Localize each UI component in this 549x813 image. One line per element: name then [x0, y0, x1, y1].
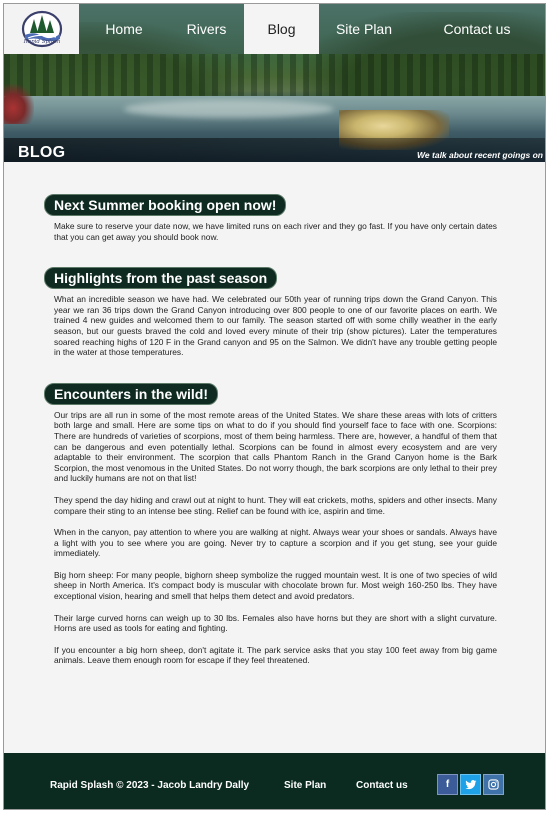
nav-contact-us[interactable]: Contact us — [409, 4, 545, 54]
logo-icon: Rapid Splash — [21, 10, 62, 48]
section-paragraph: When in the canyon, pay attention to whe… — [54, 527, 497, 559]
nav-links: Home Rivers Blog Site Plan Contact us — [79, 4, 545, 54]
page-title: BLOG — [18, 144, 66, 161]
svg-text:Rapid Splash: Rapid Splash — [22, 39, 60, 45]
section-title: Encounters in the wild! — [44, 382, 219, 405]
nav-rivers[interactable]: Rivers — [169, 4, 244, 54]
blog-content: Next Summer booking open now! Make sure … — [44, 194, 497, 691]
top-nav: Rapid Splash Home Rivers Blog Site Plan … — [4, 4, 545, 54]
section-paragraph: They spend the day hiding and crawl out … — [54, 494, 497, 516]
section-title: Highlights from the past season — [44, 267, 278, 290]
section-title: Next Summer booking open now! — [44, 194, 287, 216]
instagram-camera-icon — [488, 779, 499, 790]
nav-site-plan[interactable]: Site Plan — [319, 4, 409, 54]
section-paragraph: What an incredible season we have had. W… — [54, 294, 497, 358]
twitter-icon[interactable] — [460, 774, 481, 795]
section-paragraph: Their large curved horns can weigh up to… — [54, 612, 497, 634]
blog-section-highlights: Highlights from the past season What an … — [44, 267, 497, 358]
social-links: f — [437, 774, 504, 795]
nav-home[interactable]: Home — [79, 4, 169, 54]
blog-section-encounters: Encounters in the wild! Our trips are al… — [44, 382, 497, 666]
blog-section-booking: Next Summer booking open now! Make sure … — [44, 194, 497, 242]
facebook-icon[interactable]: f — [437, 774, 458, 795]
footer-site-plan-link[interactable]: Site Plan — [284, 780, 326, 791]
page-frame: BLOG We talk about recent goings on Rapi… — [3, 3, 546, 810]
footer-copyright: Rapid Splash © 2023 - Jacob Landry Dally — [50, 780, 250, 791]
hero-rowers — [4, 84, 34, 124]
page-tagline: We talk about recent goings on — [417, 150, 543, 160]
section-paragraph: If you encounter a big horn sheep, don't… — [54, 644, 497, 666]
section-paragraph: Our trips are all run in some of the mos… — [54, 409, 497, 484]
twitter-bird-icon — [464, 779, 476, 789]
footer-contact-link[interactable]: Contact us — [356, 780, 408, 791]
hero-water-glare — [124, 100, 334, 118]
nav-blog[interactable]: Blog — [244, 4, 319, 54]
section-paragraph: Big horn sheep: For many people, bighorn… — [54, 569, 497, 602]
site-logo[interactable]: Rapid Splash — [4, 4, 79, 54]
site-footer: Rapid Splash © 2023 - Jacob Landry Dally… — [4, 753, 545, 809]
section-paragraph: Make sure to reserve your date now, we h… — [54, 221, 497, 242]
instagram-icon[interactable] — [483, 774, 504, 795]
